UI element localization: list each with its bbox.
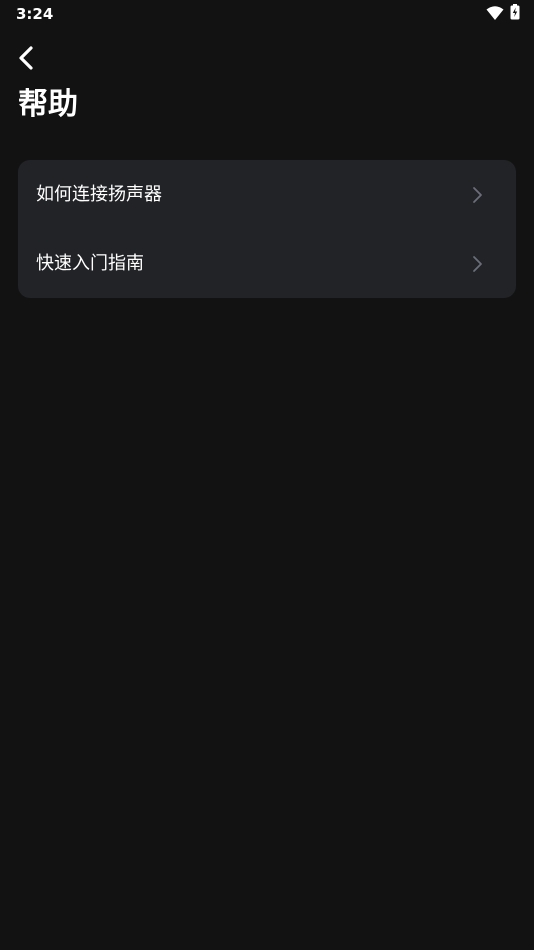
chevron-right-icon <box>470 254 484 274</box>
help-item-label: 如何连接扬声器 <box>36 183 162 205</box>
status-time: 3:24 <box>16 5 54 23</box>
help-item-label: 快速入门指南 <box>36 252 144 274</box>
page-title: 帮助 <box>18 87 78 122</box>
wifi-icon <box>486 5 504 24</box>
battery-charging-icon <box>510 4 520 24</box>
help-item-quick-start[interactable]: 快速入门指南 <box>18 229 516 298</box>
back-button[interactable] <box>12 44 40 76</box>
status-bar: 3:24 <box>0 0 534 28</box>
help-item-connect-speaker[interactable]: 如何连接扬声器 <box>18 160 516 229</box>
chevron-left-icon <box>18 46 34 74</box>
chevron-right-icon <box>470 185 484 205</box>
help-card: 如何连接扬声器 快速入门指南 <box>18 160 516 298</box>
status-icons <box>486 4 520 24</box>
